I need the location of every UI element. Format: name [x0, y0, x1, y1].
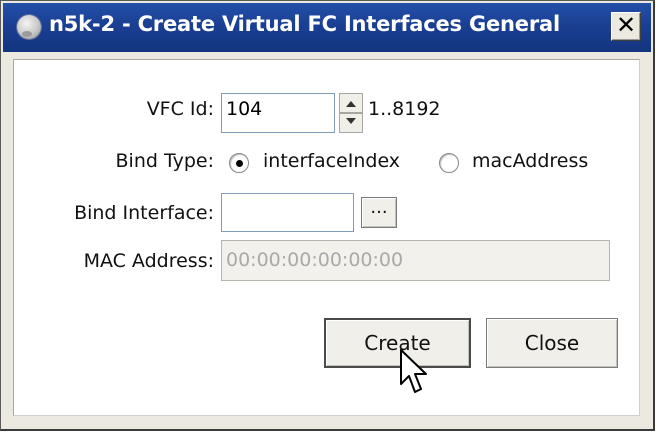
mac-address-input: 00:00:00:00:00:00	[221, 240, 610, 281]
spin-down-icon[interactable]	[339, 113, 363, 133]
close-button[interactable]: Close	[486, 318, 618, 368]
create-button[interactable]: Create	[324, 318, 471, 368]
vfc-id-range: 1..8192	[368, 98, 441, 120]
mouse-pointer-icon	[400, 349, 427, 393]
dialog-window: n5k-2 - Create Virtual FC Interfaces Gen…	[0, 0, 655, 431]
title-bar[interactable]: n5k-2 - Create Virtual FC Interfaces Gen…	[3, 3, 651, 52]
radio-mac-address[interactable]	[439, 153, 459, 173]
bind-interface-label: Bind Interface:	[74, 202, 214, 224]
radio-mac-address-label[interactable]: macAddress	[472, 150, 588, 172]
form-panel: VFC Id: 104 1..8192 Bind Type: interface…	[13, 59, 640, 416]
app-globe-icon	[17, 15, 41, 39]
vfc-id-input[interactable]: 104	[221, 93, 335, 133]
close-window-button[interactable]: ✕	[611, 11, 641, 41]
spin-up-icon[interactable]	[339, 93, 363, 113]
bind-type-label: Bind Type:	[115, 150, 215, 172]
vfc-id-label: VFC Id:	[146, 98, 214, 120]
window-title: n5k-2 - Create Virtual FC Interfaces Gen…	[49, 12, 560, 36]
mac-address-label: MAC Address:	[83, 250, 214, 272]
radio-interface-index[interactable]	[229, 153, 249, 173]
radio-interface-index-label[interactable]: interfaceIndex	[263, 150, 400, 172]
browse-interface-button[interactable]: ...	[361, 197, 397, 228]
close-icon: ✕	[615, 11, 637, 39]
bind-interface-input[interactable]	[221, 193, 354, 232]
